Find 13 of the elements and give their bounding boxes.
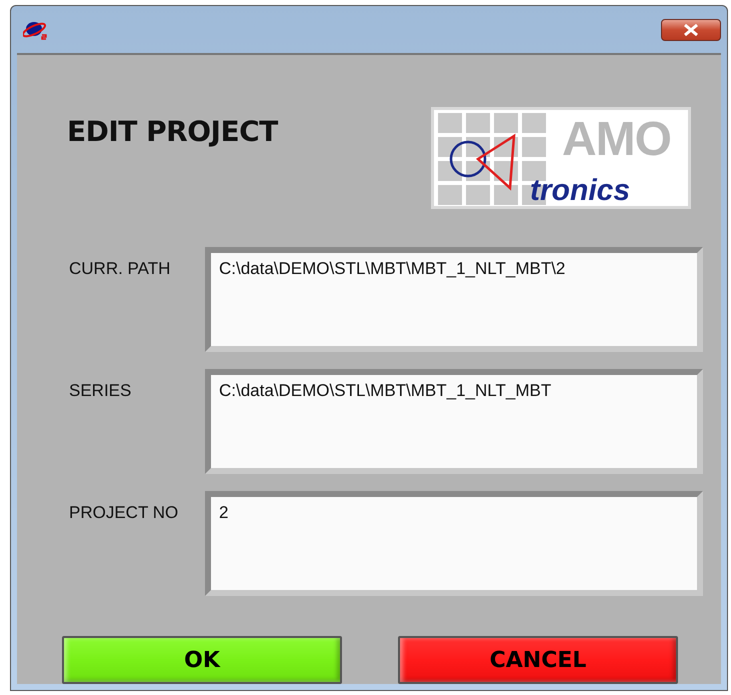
ok-button[interactable]: OK — [62, 636, 342, 684]
close-icon — [683, 24, 699, 36]
field-label: SERIES — [69, 380, 132, 401]
logo-text: AMO — [562, 112, 671, 167]
logo-text: tronics — [530, 174, 630, 208]
field-label: CURR. PATH — [69, 258, 172, 279]
cancel-button[interactable]: CANCEL — [398, 636, 678, 684]
close-button[interactable] — [661, 18, 721, 40]
text-field[interactable]: C:\data\DEMO\STL\MBT\MBT_1_NLT_MBT — [205, 369, 703, 474]
field-label: PROJECT NO — [69, 502, 180, 523]
text-field[interactable]: 2 — [205, 491, 703, 596]
dialog-heading: EDIT PROJECT — [67, 115, 278, 148]
text-field[interactable]: C:\data\DEMO\STL\MBT\MBT_1_NLT_MBT\2 — [205, 247, 703, 352]
